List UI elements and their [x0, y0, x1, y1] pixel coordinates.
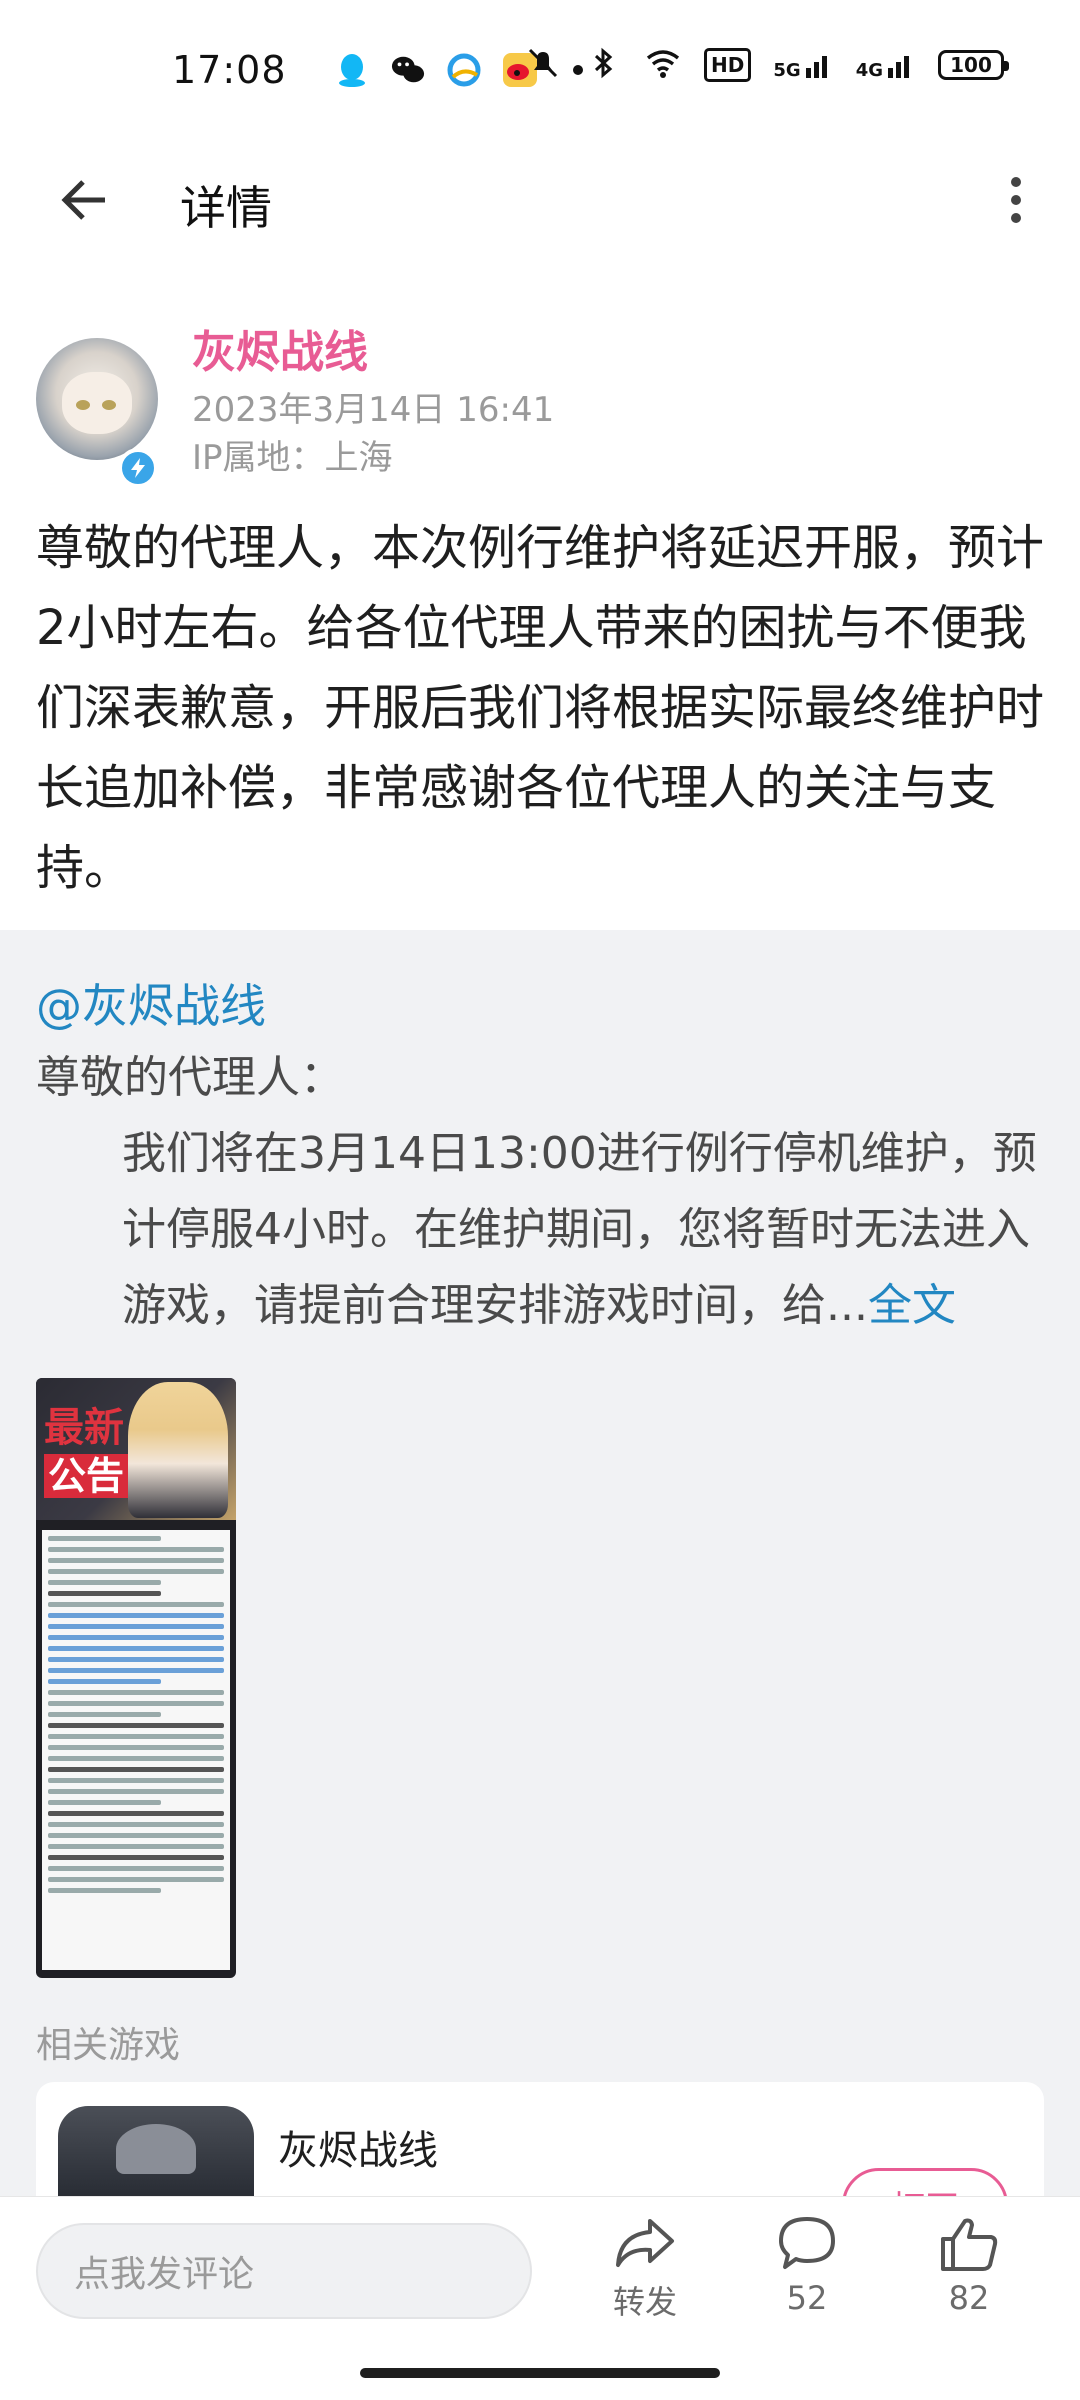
more-options-button[interactable]: [984, 168, 1048, 232]
reposted-content[interactable]: @灰烬战线 尊敬的代理人： 我们将在3月14日13:00进行例行停机维护，预计停…: [0, 930, 1080, 2242]
thumbs-up-icon: [941, 2218, 998, 2271]
repost-mention[interactable]: @灰烬战线: [36, 970, 266, 1036]
bluetooth-icon: [584, 44, 622, 86]
post-timestamp: 2023年3月14日 16:41: [192, 390, 555, 430]
page: 17:08 HD 5G 4G 100 详情 灰烬战线 2023年3月14日 16…: [0, 0, 1080, 2400]
repost-label: 转发: [612, 2283, 677, 2321]
verified-badge-icon: [118, 448, 158, 488]
mute-icon: [524, 44, 562, 86]
comment-count: 52: [786, 2279, 828, 2317]
repost-button[interactable]: 转发: [590, 2215, 700, 2323]
qq-icon: [335, 53, 369, 87]
status-time: 17:08: [172, 48, 287, 92]
comment-button[interactable]: 52: [752, 2215, 862, 2317]
avatar-eye: [102, 400, 116, 410]
like-button[interactable]: 82: [914, 2215, 1024, 2317]
signal-bars-icon: [888, 56, 909, 78]
post-author: 灰烬战线 2023年3月14日 16:41 IP属地：上海: [36, 310, 1046, 488]
post-text: 尊敬的代理人，本次例行维护将延迟开服，预计2小时左右。给各位代理人带来的困扰与不…: [36, 520, 1045, 896]
author-name[interactable]: 灰烬战线: [192, 316, 368, 380]
character-figure: [128, 1382, 228, 1518]
repost-text: 尊敬的代理人： 我们将在3月14日13:00进行例行停机维护，预计停服4小时。在…: [36, 1040, 1046, 1344]
avatar-face: [62, 372, 132, 434]
notice-tag-latest: 最新: [44, 1405, 124, 1451]
notice-tag-announcement: 公告: [44, 1454, 129, 1498]
ip-location: IP属地：上海: [192, 438, 393, 478]
notice-banner: 最新 公告: [36, 1378, 236, 1520]
hd-badge: HD: [704, 48, 752, 82]
repost-greeting: 尊敬的代理人：: [36, 1052, 344, 1103]
comment-input[interactable]: 点我发评论: [36, 2223, 532, 2319]
net-4g-label: 4G: [855, 60, 883, 81]
browser-icon: [447, 53, 481, 87]
back-button[interactable]: [52, 168, 116, 232]
home-indicator[interactable]: [360, 2368, 720, 2378]
signal-bars-icon: [805, 56, 827, 78]
notice-text-block: [42, 1530, 230, 1970]
share-arrow-icon: [616, 2219, 674, 2267]
repost-paragraph: 我们将在3月14日13:00进行例行停机维护，预计停服4小时。在维护期间，您将暂…: [36, 1116, 1046, 1344]
status-bar: 17:08 HD 5G 4G 100: [0, 0, 1080, 140]
system-icons: HD 5G 4G 100: [524, 44, 1009, 86]
fulltext-link[interactable]: 全文: [868, 1280, 956, 1331]
related-games-label: 相关游戏: [36, 2025, 181, 2066]
top-app-bar: 详情: [0, 140, 1080, 260]
signal-5g: 5G: [773, 50, 833, 80]
wechat-icon: [391, 53, 425, 87]
wifi-icon: [644, 44, 682, 86]
avatar[interactable]: [36, 338, 158, 488]
game-emblem: [116, 2124, 196, 2174]
net-5g-label: 5G: [773, 60, 801, 81]
page-title: 详情: [180, 181, 272, 235]
game-name: 灰烬战线: [278, 2128, 438, 2174]
arrow-left-icon: [61, 180, 105, 220]
avatar-eye: [76, 400, 90, 410]
like-count: 82: [948, 2279, 990, 2317]
signal-4g: 4G: [856, 50, 916, 80]
notice-image[interactable]: 最新 公告: [36, 1378, 236, 1978]
more-vertical-icon: [1011, 177, 1021, 223]
battery-indicator: 100: [938, 50, 1009, 80]
comment-bubble-icon: [779, 2217, 835, 2269]
